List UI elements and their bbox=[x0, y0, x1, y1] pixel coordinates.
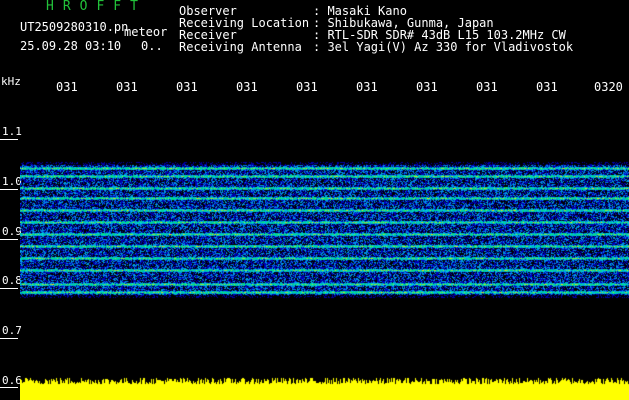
y-gridtick bbox=[0, 189, 18, 190]
x-tick: 031 bbox=[416, 80, 438, 94]
file-kind: meteor bbox=[124, 25, 168, 39]
x-tick: 031 bbox=[476, 80, 498, 94]
y-gridtick bbox=[0, 288, 18, 289]
app-title: HROFFT bbox=[46, 0, 147, 14]
y-gridtick bbox=[0, 338, 18, 339]
y-gridtick bbox=[0, 139, 18, 140]
x-tick: 031 bbox=[356, 80, 378, 94]
timestamp-extra: 0.. bbox=[141, 39, 163, 53]
antenna-value: : 3el Yagi(V) Az 330 for Vladivostok bbox=[313, 40, 574, 54]
y-gridtick bbox=[0, 239, 18, 240]
x-tick: 031 bbox=[536, 80, 558, 94]
antenna-label: Receiving Antenna bbox=[179, 40, 302, 54]
y-tick: 0.9 bbox=[2, 225, 22, 238]
y-gridtick bbox=[0, 387, 18, 388]
x-tick: 031 bbox=[296, 80, 318, 94]
waterfall-spectrogram bbox=[20, 96, 629, 400]
y-axis-unit: kHz bbox=[1, 75, 21, 88]
x-tick: 031 bbox=[236, 80, 258, 94]
timestamp: 25.09.28 03:10 bbox=[20, 39, 122, 53]
y-tick: 1.1 bbox=[2, 125, 22, 138]
y-tick: 0.7 bbox=[2, 324, 22, 337]
x-tick: 031 bbox=[116, 80, 138, 94]
y-tick: 0.6 bbox=[2, 374, 22, 387]
x-tick: 031 bbox=[56, 80, 78, 94]
file-name: UT2509280310.pn bbox=[20, 20, 129, 34]
spectrogram-area bbox=[20, 96, 629, 400]
x-tick: 0320 bbox=[594, 80, 623, 94]
y-tick: 0.8 bbox=[2, 274, 22, 287]
x-tick: 031 bbox=[176, 80, 198, 94]
y-tick: 1.0 bbox=[2, 175, 22, 188]
